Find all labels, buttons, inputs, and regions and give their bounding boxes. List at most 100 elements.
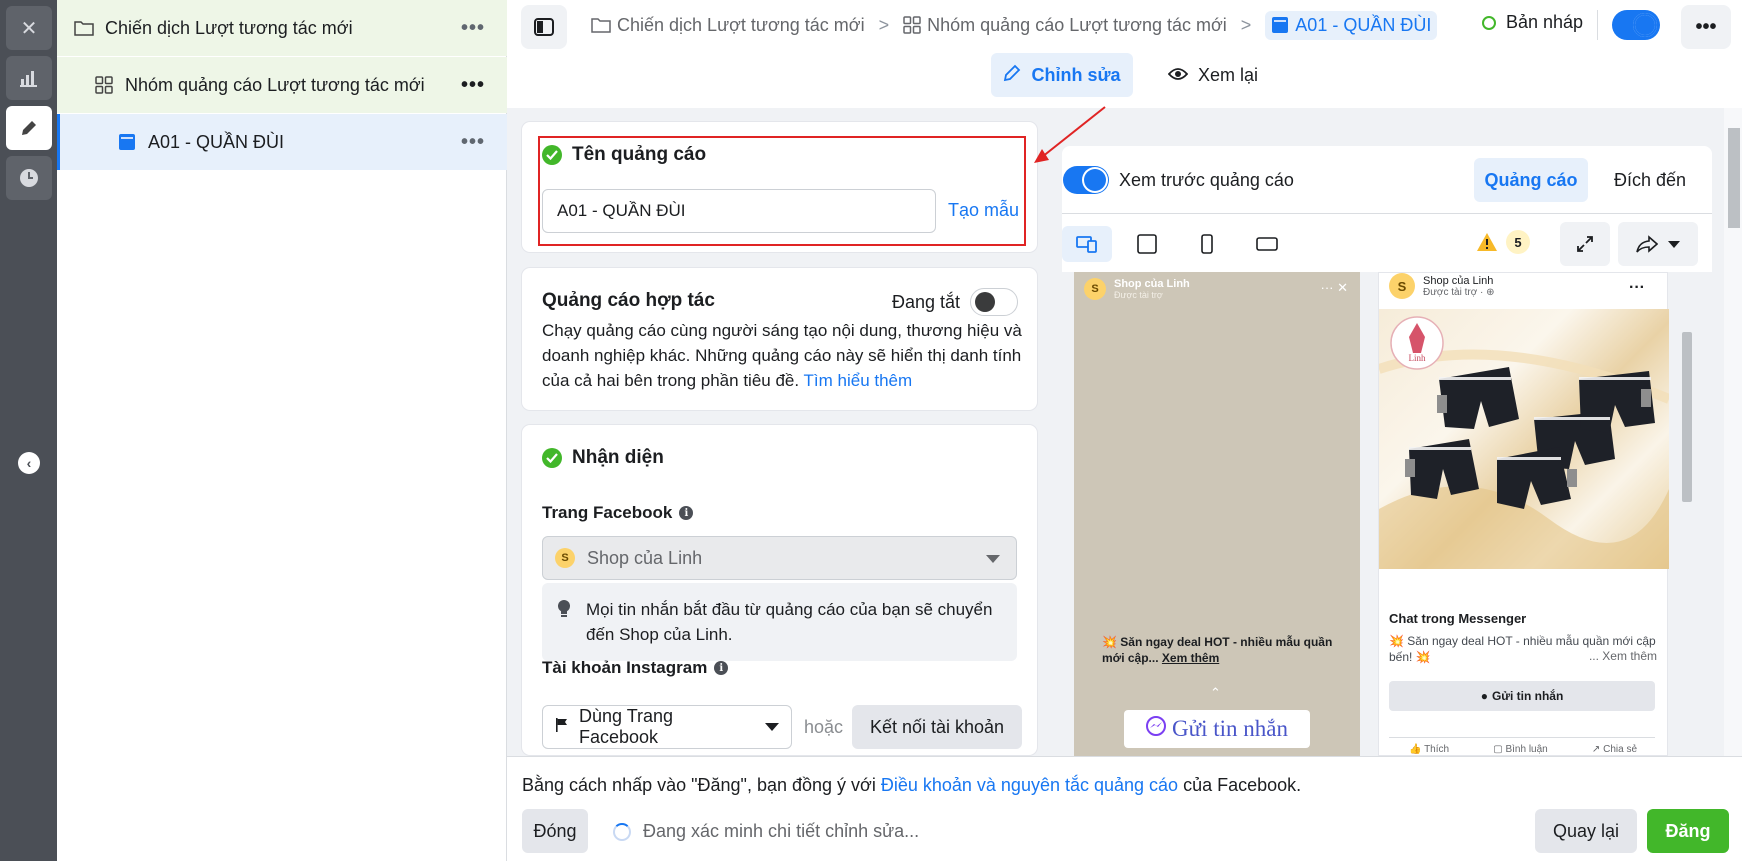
more-icon[interactable]: ••• <box>461 131 485 154</box>
tree-item-label: Chiến dịch Lượt tương tác mới <box>105 17 353 38</box>
breadcrumb-ad[interactable]: A01 - QUẦN ĐÙI <box>1265 10 1438 40</box>
share-preview-button[interactable] <box>1618 222 1698 266</box>
publish-button[interactable]: Đăng <box>1647 809 1729 853</box>
messenger-icon <box>1146 716 1167 742</box>
breadcrumb-campaign[interactable]: Chiến dịch Lượt tương tác mới <box>591 15 865 36</box>
tab-destination[interactable]: Đích đến <box>1600 158 1700 202</box>
ad-active-toggle[interactable] <box>1612 10 1660 40</box>
ad-icon <box>116 132 138 152</box>
story-cta-button[interactable]: Gửi tin nhắn <box>1124 710 1310 748</box>
sidebar-icon <box>534 18 554 36</box>
back-button[interactable]: Quay lại <box>1535 809 1637 853</box>
highlight-box <box>538 136 1026 246</box>
feed-preview: S Shop của Linh Được tài trợ · ⊕ ··· Lin… <box>1378 272 1669 756</box>
landscape-icon <box>1256 237 1278 251</box>
close-editor-button[interactable]: Đóng <box>522 809 588 853</box>
button-label: Đăng <box>1665 820 1711 841</box>
share-label: Chia sẻ <box>1603 744 1637 755</box>
breadcrumb-adset[interactable]: Nhóm quảng cáo Lượt tương tác mới <box>903 15 1227 36</box>
more-icon[interactable]: ••• <box>461 74 485 97</box>
tab-label: Xem lại <box>1197 64 1259 85</box>
description-text: Chạy quảng cáo cùng người sáng tạo nội d… <box>542 321 1022 390</box>
flag-icon <box>555 717 569 738</box>
share-action[interactable]: ↗ Chia sẻ <box>1592 744 1637 756</box>
tree-item-adset[interactable]: Nhóm quảng cáo Lượt tương tác mới ••• <box>57 57 507 113</box>
partnership-toggle[interactable] <box>970 288 1018 316</box>
breadcrumb-label: A01 - QUẦN ĐÙI <box>1295 14 1432 35</box>
close-button[interactable]: ✕ <box>6 6 52 50</box>
page-name: Shop của Linh <box>1114 278 1190 290</box>
ad-headline: Chat trong Messenger <box>1389 611 1527 626</box>
check-icon <box>542 448 562 468</box>
warnings-indicator[interactable]: 5 <box>1476 230 1530 254</box>
like-action[interactable]: 👍 Thích <box>1409 744 1449 756</box>
see-more-link[interactable]: ... Xem thêm <box>1589 649 1657 663</box>
page-scrollbar[interactable] <box>1724 108 1742 756</box>
tab-label: Chỉnh sửa <box>1031 64 1121 85</box>
scroll-thumb[interactable] <box>1682 332 1692 502</box>
info-icon[interactable]: i <box>714 661 729 675</box>
story-header: S Shop của Linh Được tài trợ <box>1084 278 1190 300</box>
story-caption: 💥 Săn ngay deal HOT - nhiều mẫu quần mới… <box>1102 634 1342 666</box>
terms-text: Bằng cách nhấp vào "Đăng", bạn đồng ý vớ… <box>522 775 1301 796</box>
toggle-knob <box>975 292 995 312</box>
status-label: Bản nháp <box>1506 12 1584 32</box>
product-photo: Linh <box>1379 316 1669 569</box>
messenger-icon: ● <box>1480 689 1488 703</box>
message-tip: Mọi tin nhắn bắt đầu từ quảng cáo của bạ… <box>542 583 1017 661</box>
verification-status: Đang xác minh chi tiết chỉnh sửa... <box>613 821 919 842</box>
lightbulb-icon <box>556 599 572 626</box>
breadcrumb-label: Chiến dịch Lượt tương tác mới <box>617 14 865 35</box>
page-select-value: Shop của Linh <box>587 547 703 568</box>
top-bar: Chiến dịch Lượt tương tác mới > Nhóm quả… <box>507 0 1742 108</box>
feed-cta-button[interactable]: ● Gửi tin nhắn <box>1389 681 1655 711</box>
instagram-select-value: Dùng Trang Facebook <box>579 706 674 747</box>
spinner-icon <box>613 822 631 841</box>
toggle-sidebar-button[interactable] <box>521 5 567 49</box>
all-placements-button[interactable] <box>1062 226 1112 262</box>
more-icon[interactable]: ••• <box>461 17 485 40</box>
edit-mode-button[interactable] <box>6 106 52 150</box>
instagram-account-select[interactable]: Dùng Trang Facebook <box>542 705 792 749</box>
campaign-tree: Chiến dịch Lượt tương tác mới ••• Nhóm q… <box>57 0 507 861</box>
left-rail: ✕ ‹ <box>0 0 57 861</box>
see-more-link[interactable]: Xem thêm <box>1162 651 1219 665</box>
comment-action[interactable]: ▢ Bình luận <box>1493 744 1548 756</box>
history-button[interactable] <box>6 156 52 200</box>
breadcrumb: Chiến dịch Lượt tương tác mới > Nhóm quả… <box>591 8 1438 42</box>
tab-edit[interactable]: Chỉnh sửa <box>991 53 1133 97</box>
more-icon: ••• <box>1695 15 1717 38</box>
scroll-thumb[interactable] <box>1728 128 1740 228</box>
learn-more-link[interactable]: Tìm hiểu thêm <box>804 371 913 390</box>
expand-preview-button[interactable] <box>1560 222 1610 266</box>
collapse-panel-button[interactable]: ‹ <box>18 452 40 474</box>
vertical-format-button[interactable] <box>1182 226 1232 262</box>
button-label: Quay lại <box>1552 820 1620 841</box>
page-name: Shop của Linh <box>1423 274 1494 287</box>
terms-link[interactable]: Điều khoản và nguyên tắc quảng cáo <box>881 775 1178 795</box>
horizontal-format-button[interactable] <box>1242 226 1292 262</box>
warning-icon <box>1477 233 1497 251</box>
close-icon: ✕ <box>20 17 38 40</box>
instagram-account-label: Tài khoản Instagram i <box>542 658 729 678</box>
info-icon[interactable]: i <box>679 506 694 520</box>
or-text: hoặc <box>804 717 844 737</box>
facebook-page-select[interactable]: S Shop của Linh <box>542 536 1017 580</box>
tree-item-ad[interactable]: A01 - QUẦN ĐÙI ••• <box>57 114 507 170</box>
preview-scrollbar[interactable] <box>1678 272 1696 756</box>
reports-button[interactable] <box>6 56 52 100</box>
square-format-button[interactable] <box>1122 226 1172 262</box>
tree-item-label: A01 - QUẦN ĐÙI <box>148 131 285 152</box>
tab-review[interactable]: Xem lại <box>1153 53 1273 97</box>
chevron-right-icon: > <box>1240 14 1252 35</box>
tab-label: Quảng cáo <box>1484 169 1578 190</box>
cta-label: Gửi tin nhắn <box>1172 716 1288 741</box>
more-options-button[interactable]: ••• <box>1681 5 1731 49</box>
comment-label: Bình luận <box>1505 744 1548 755</box>
tab-ad[interactable]: Quảng cáo <box>1474 158 1588 202</box>
chevron-left-icon: ‹ <box>26 455 32 471</box>
tree-item-campaign[interactable]: Chiến dịch Lượt tương tác mới ••• <box>57 0 507 56</box>
feed-header: S Shop của Linh Được tài trợ · ⊕ <box>1389 273 1495 299</box>
connect-account-button[interactable]: Kết nối tài khoản <box>852 705 1022 749</box>
more-icon: ··· <box>1629 279 1645 296</box>
